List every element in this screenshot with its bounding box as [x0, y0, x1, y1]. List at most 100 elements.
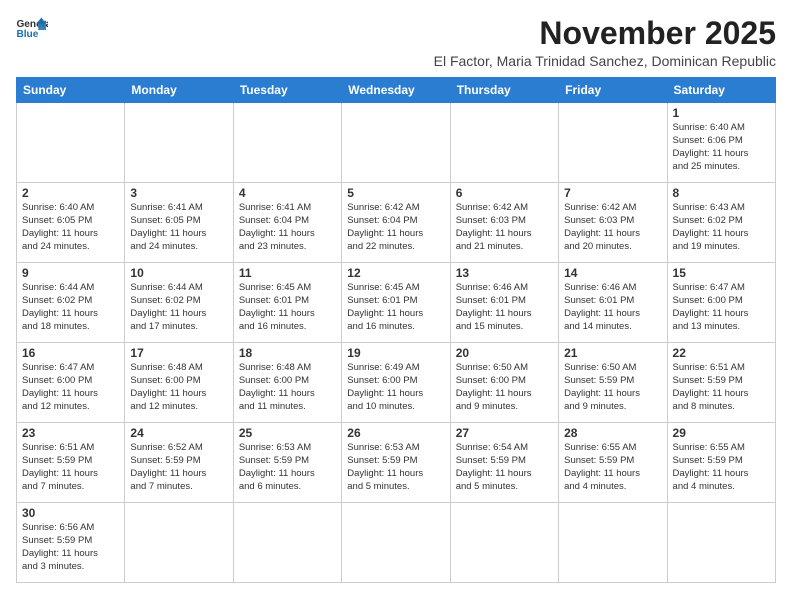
- day-info: Sunrise: 6:56 AM Sunset: 5:59 PM Dayligh…: [22, 522, 119, 573]
- calendar-cell: 8 Sunrise: 6:43 AM Sunset: 6:02 PM Daylig…: [667, 183, 775, 263]
- day-number: 25: [239, 426, 336, 440]
- day-info: Sunrise: 6:45 AM Sunset: 6:01 PM Dayligh…: [347, 282, 444, 333]
- day-info: Sunrise: 6:54 AM Sunset: 5:59 PM Dayligh…: [456, 442, 553, 493]
- day-info: Sunrise: 6:46 AM Sunset: 6:01 PM Dayligh…: [456, 282, 553, 333]
- day-info: Sunrise: 6:40 AM Sunset: 6:05 PM Dayligh…: [22, 202, 119, 253]
- day-number: 1: [673, 106, 770, 120]
- calendar-cell: [125, 103, 233, 183]
- day-number: 13: [456, 266, 553, 280]
- day-info: Sunrise: 6:50 AM Sunset: 6:00 PM Dayligh…: [456, 362, 553, 413]
- day-number: 29: [673, 426, 770, 440]
- day-number: 17: [130, 346, 227, 360]
- calendar-cell: 27 Sunrise: 6:54 AM Sunset: 5:59 PM Dayli…: [450, 423, 558, 503]
- calendar-cell: 24Sunrise: 6:52 AM Sunset: 5:59 PM Dayli…: [125, 423, 233, 503]
- day-number: 16: [22, 346, 119, 360]
- calendar-cell: 26 Sunrise: 6:53 AM Sunset: 5:59 PM Dayli…: [342, 423, 450, 503]
- day-number: 7: [564, 186, 661, 200]
- calendar-cell: 17 Sunrise: 6:48 AM Sunset: 6:00 PM Dayli…: [125, 343, 233, 423]
- day-info: Sunrise: 6:44 AM Sunset: 6:02 PM Dayligh…: [130, 282, 227, 333]
- day-number: 12: [347, 266, 444, 280]
- day-number: 23: [22, 426, 119, 440]
- calendar-cell: 9 Sunrise: 6:44 AM Sunset: 6:02 PM Daylig…: [17, 263, 125, 343]
- day-number: 19: [347, 346, 444, 360]
- day-info: Sunrise: 6:42 AM Sunset: 6:04 PM Dayligh…: [347, 202, 444, 253]
- weekday-header-wednesday: Wednesday: [342, 78, 450, 103]
- calendar-cell: [233, 503, 341, 583]
- calendar-cell: 7Sunrise: 6:42 AM Sunset: 6:03 PM Daylig…: [559, 183, 667, 263]
- calendar-week-row: 23 Sunrise: 6:51 AM Sunset: 5:59 PM Dayli…: [17, 423, 776, 503]
- day-number: 18: [239, 346, 336, 360]
- day-info: Sunrise: 6:48 AM Sunset: 6:00 PM Dayligh…: [239, 362, 336, 413]
- calendar-cell: 6 Sunrise: 6:42 AM Sunset: 6:03 PM Daylig…: [450, 183, 558, 263]
- calendar-cell: [17, 103, 125, 183]
- calendar-week-row: 1 Sunrise: 6:40 AM Sunset: 6:06 PM Daylig…: [17, 103, 776, 183]
- day-info: Sunrise: 6:46 AM Sunset: 6:01 PM Dayligh…: [564, 282, 661, 333]
- weekday-header-saturday: Saturday: [667, 78, 775, 103]
- day-info: Sunrise: 6:44 AM Sunset: 6:02 PM Dayligh…: [22, 282, 119, 333]
- day-number: 28: [564, 426, 661, 440]
- calendar-cell: 2 Sunrise: 6:40 AM Sunset: 6:05 PM Daylig…: [17, 183, 125, 263]
- title-section: November 2025 El Factor, Maria Trinidad …: [434, 16, 776, 69]
- day-number: 26: [347, 426, 444, 440]
- day-number: 27: [456, 426, 553, 440]
- day-info: Sunrise: 6:41 AM Sunset: 6:04 PM Dayligh…: [239, 202, 336, 253]
- weekday-header-tuesday: Tuesday: [233, 78, 341, 103]
- calendar-week-row: 9 Sunrise: 6:44 AM Sunset: 6:02 PM Daylig…: [17, 263, 776, 343]
- day-info: Sunrise: 6:53 AM Sunset: 5:59 PM Dayligh…: [239, 442, 336, 493]
- day-number: 6: [456, 186, 553, 200]
- calendar-cell: 30 Sunrise: 6:56 AM Sunset: 5:59 PM Dayli…: [17, 503, 125, 583]
- weekday-header-friday: Friday: [559, 78, 667, 103]
- calendar-cell: [450, 103, 558, 183]
- calendar-cell: 4Sunrise: 6:41 AM Sunset: 6:04 PM Daylig…: [233, 183, 341, 263]
- day-number: 9: [22, 266, 119, 280]
- day-number: 3: [130, 186, 227, 200]
- calendar-cell: 18 Sunrise: 6:48 AM Sunset: 6:00 PM Dayli…: [233, 343, 341, 423]
- day-number: 22: [673, 346, 770, 360]
- day-info: Sunrise: 6:55 AM Sunset: 5:59 PM Dayligh…: [564, 442, 661, 493]
- day-info: Sunrise: 6:51 AM Sunset: 5:59 PM Dayligh…: [22, 442, 119, 493]
- calendar-cell: 11Sunrise: 6:45 AM Sunset: 6:01 PM Dayli…: [233, 263, 341, 343]
- calendar-cell: 22 Sunrise: 6:51 AM Sunset: 5:59 PM Dayli…: [667, 343, 775, 423]
- calendar-table: SundayMondayTuesdayWednesdayThursdayFrid…: [16, 77, 776, 583]
- page-header: General Blue November 2025 El Factor, Ma…: [16, 16, 776, 69]
- calendar-cell: 1 Sunrise: 6:40 AM Sunset: 6:06 PM Daylig…: [667, 103, 775, 183]
- location-subtitle: El Factor, Maria Trinidad Sanchez, Domin…: [434, 53, 776, 69]
- day-number: 10: [130, 266, 227, 280]
- day-number: 30: [22, 506, 119, 520]
- day-info: Sunrise: 6:47 AM Sunset: 6:00 PM Dayligh…: [673, 282, 770, 333]
- day-number: 11: [239, 266, 336, 280]
- day-number: 8: [673, 186, 770, 200]
- day-info: Sunrise: 6:49 AM Sunset: 6:00 PM Dayligh…: [347, 362, 444, 413]
- day-info: Sunrise: 6:41 AM Sunset: 6:05 PM Dayligh…: [130, 202, 227, 253]
- weekday-header-sunday: Sunday: [17, 78, 125, 103]
- day-number: 2: [22, 186, 119, 200]
- generalblue-logo-icon: General Blue: [16, 16, 48, 44]
- day-number: 14: [564, 266, 661, 280]
- calendar-cell: 21Sunrise: 6:50 AM Sunset: 5:59 PM Dayli…: [559, 343, 667, 423]
- month-title: November 2025: [434, 16, 776, 51]
- calendar-cell: 19 Sunrise: 6:49 AM Sunset: 6:00 PM Dayli…: [342, 343, 450, 423]
- calendar-cell: 25 Sunrise: 6:53 AM Sunset: 5:59 PM Dayli…: [233, 423, 341, 503]
- day-info: Sunrise: 6:43 AM Sunset: 6:02 PM Dayligh…: [673, 202, 770, 253]
- calendar-cell: 10 Sunrise: 6:44 AM Sunset: 6:02 PM Dayli…: [125, 263, 233, 343]
- day-number: 15: [673, 266, 770, 280]
- calendar-cell: [342, 503, 450, 583]
- calendar-cell: [559, 103, 667, 183]
- day-info: Sunrise: 6:51 AM Sunset: 5:59 PM Dayligh…: [673, 362, 770, 413]
- day-number: 21: [564, 346, 661, 360]
- day-number: 5: [347, 186, 444, 200]
- calendar-cell: [342, 103, 450, 183]
- day-info: Sunrise: 6:53 AM Sunset: 5:59 PM Dayligh…: [347, 442, 444, 493]
- weekday-header-row: SundayMondayTuesdayWednesdayThursdayFrid…: [17, 78, 776, 103]
- calendar-cell: 5 Sunrise: 6:42 AM Sunset: 6:04 PM Daylig…: [342, 183, 450, 263]
- day-info: Sunrise: 6:55 AM Sunset: 5:59 PM Dayligh…: [673, 442, 770, 493]
- svg-text:Blue: Blue: [16, 29, 38, 40]
- calendar-cell: [233, 103, 341, 183]
- day-info: Sunrise: 6:42 AM Sunset: 6:03 PM Dayligh…: [456, 202, 553, 253]
- day-number: 20: [456, 346, 553, 360]
- day-info: Sunrise: 6:48 AM Sunset: 6:00 PM Dayligh…: [130, 362, 227, 413]
- calendar-cell: 15 Sunrise: 6:47 AM Sunset: 6:00 PM Dayli…: [667, 263, 775, 343]
- day-info: Sunrise: 6:40 AM Sunset: 6:06 PM Dayligh…: [673, 122, 770, 173]
- weekday-header-monday: Monday: [125, 78, 233, 103]
- calendar-cell: [559, 503, 667, 583]
